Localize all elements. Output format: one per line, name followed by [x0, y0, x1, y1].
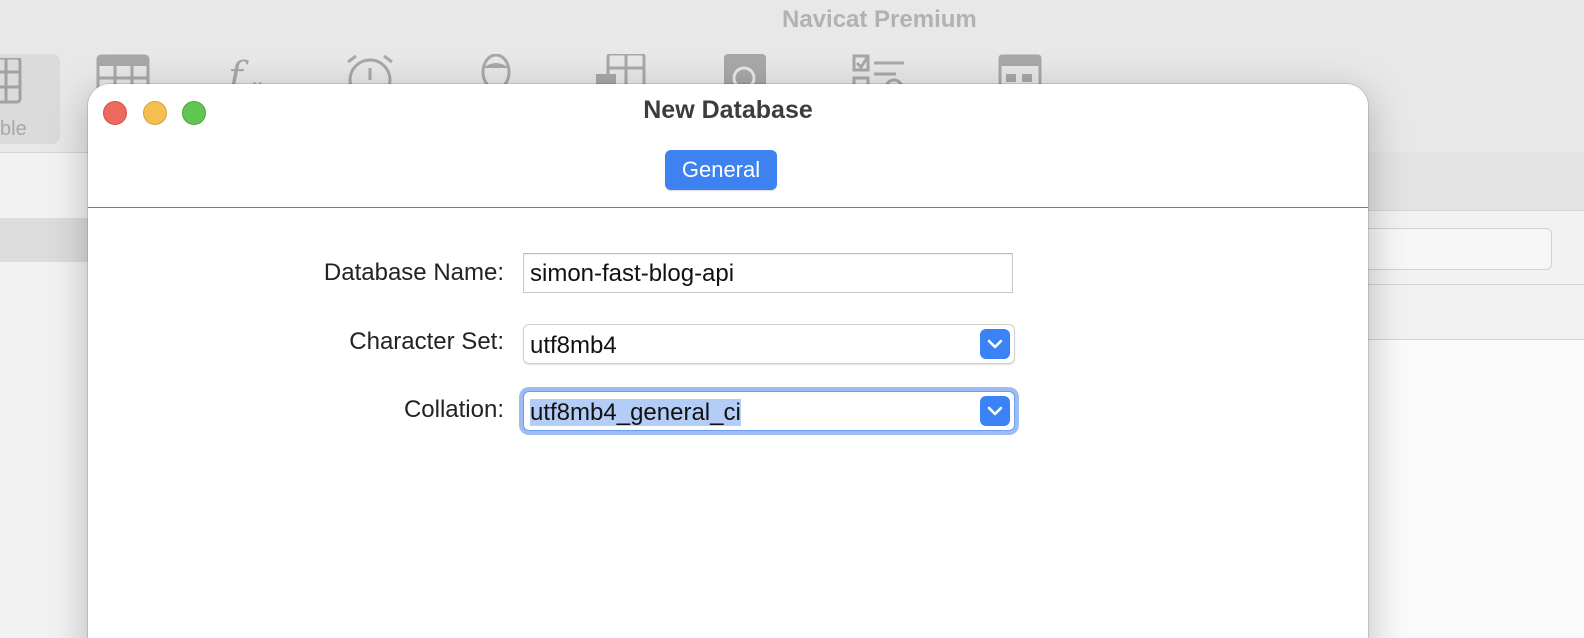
table-icon	[0, 58, 22, 104]
database-name-label-wrap: Database Name:	[208, 255, 504, 295]
collation-dropdown-button[interactable]	[980, 396, 1010, 426]
collation-label-wrap: Collation:	[208, 392, 504, 432]
database-name-label: Database Name:	[323, 259, 504, 286]
character-set-label-wrap: Character Set:	[208, 324, 504, 364]
toolbar-item-table[interactable]: ble	[0, 54, 60, 144]
background-app-title: Navicat Premium	[782, 6, 977, 33]
chevron-down-icon	[987, 339, 1003, 349]
character-set-value: utf8mb4	[530, 332, 617, 359]
collation-value: utf8mb4_general_ci	[530, 398, 741, 428]
character-set-dropdown-button[interactable]	[980, 329, 1010, 359]
new-database-dialog: New Database General Database Name: simo…	[88, 84, 1368, 638]
toolbar-item-label: ble	[0, 118, 27, 140]
tab-general[interactable]: General	[665, 150, 777, 190]
collation-select[interactable]: utf8mb4_general_ci	[523, 391, 1015, 431]
chevron-down-icon	[987, 406, 1003, 416]
character-set-label: Character Set:	[349, 328, 504, 355]
database-name-field[interactable]: simon-fast-blog-api	[523, 253, 1013, 293]
dialog-header: New Database General	[88, 84, 1368, 208]
background-search-field[interactable]	[1354, 228, 1552, 270]
collation-label: Collation:	[403, 396, 504, 423]
dialog-title: New Database	[643, 96, 813, 124]
background-sidebar-selection	[0, 218, 100, 262]
background-right-header	[1354, 152, 1584, 211]
background-right-panel	[1354, 284, 1584, 340]
background-right-body	[1354, 340, 1584, 638]
character-set-select[interactable]: utf8mb4	[523, 324, 1015, 364]
collation-selected-text: utf8mb4_general_ci	[530, 399, 741, 426]
